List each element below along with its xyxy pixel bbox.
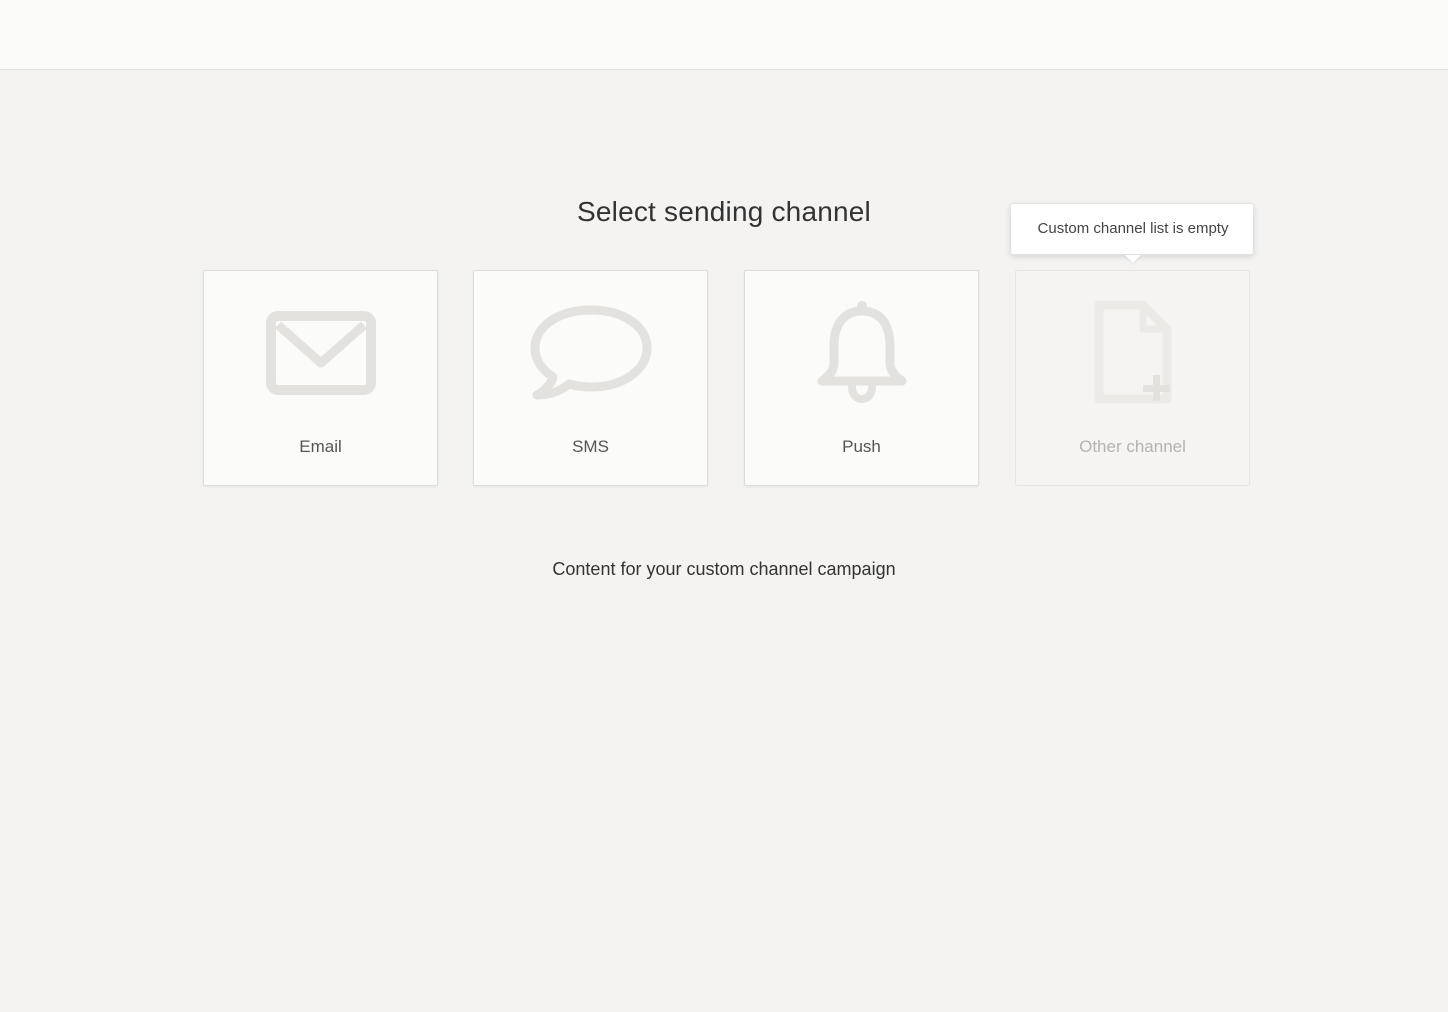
- section-description: Content for your custom channel campaign: [552, 559, 896, 579]
- channel-label: Other channel: [1079, 437, 1186, 456]
- document-plus-icon: [1016, 293, 1249, 413]
- tooltip-arrow: [1125, 255, 1141, 263]
- tooltip-text: Custom channel list is empty: [1037, 220, 1229, 237]
- channel-card-sms[interactable]: SMS: [473, 270, 708, 486]
- channel-label: Email: [299, 437, 342, 456]
- channel-card-other[interactable]: Other channel: [1015, 270, 1250, 486]
- channel-card-email[interactable]: Email: [203, 270, 438, 486]
- top-bar: [0, 0, 1448, 70]
- speech-bubble-icon: [474, 293, 707, 413]
- bell-icon: [745, 293, 978, 413]
- tooltip: Custom channel list is empty: [1010, 203, 1254, 263]
- channel-label: Push: [842, 437, 881, 456]
- envelope-icon: [204, 293, 437, 413]
- channel-label: SMS: [572, 437, 609, 456]
- channel-card-push[interactable]: Push: [744, 270, 979, 486]
